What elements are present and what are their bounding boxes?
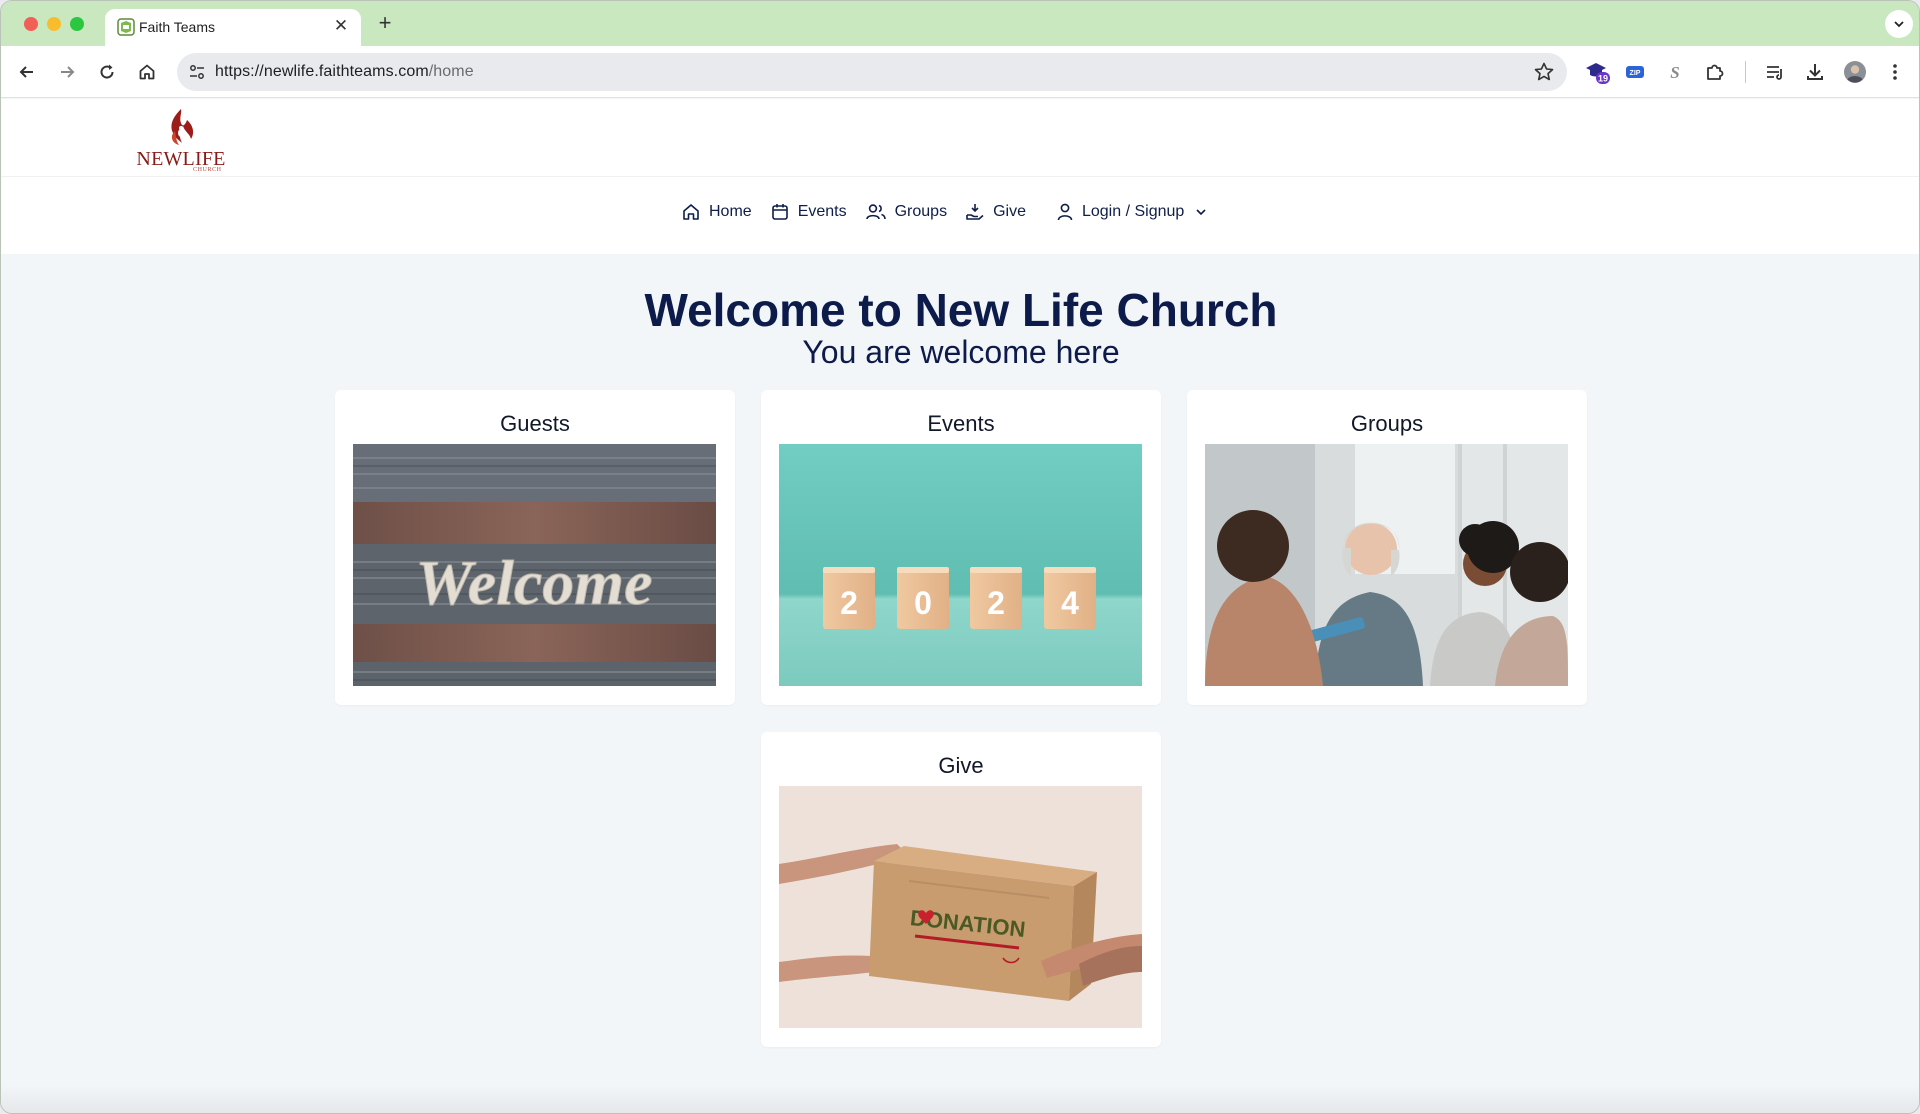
welcome-image-text: Welcome: [416, 547, 653, 618]
playlist-icon: [1767, 66, 1782, 80]
card-groups[interactable]: Groups: [1187, 390, 1587, 705]
calendar-icon: [771, 204, 788, 220]
chevron-down-icon: [1196, 209, 1206, 216]
s-letter-icon: S: [1670, 63, 1679, 82]
block-digit: 2: [987, 585, 1005, 621]
reload-icon: [100, 64, 114, 79]
home-button[interactable]: [133, 58, 161, 86]
address-bar[interactable]: https://newlife.faithteams.com/home: [177, 53, 1567, 91]
site-info-icon[interactable]: [187, 62, 207, 82]
card-title: Guests: [500, 411, 570, 436]
faithteams-favicon-icon: [117, 18, 135, 36]
tab-title: Faith Teams: [139, 19, 215, 35]
block-digit: 2: [840, 585, 858, 621]
url-path: /home: [428, 63, 474, 80]
browser-window: Faith Teams ✕ + https://newlife.faithtea…: [0, 0, 1920, 1114]
giving-hand-icon: [966, 204, 984, 220]
back-button[interactable]: [13, 58, 41, 86]
extensions-button[interactable]: [1701, 58, 1729, 86]
nav-items: Home Events Groups Give Login / Signup: [681, 202, 1234, 222]
block-digit: 4: [1061, 585, 1079, 621]
downloads-button[interactable]: [1801, 58, 1829, 86]
profile-button[interactable]: [1841, 58, 1869, 86]
give-donation-image[interactable]: DONATION: [779, 786, 1142, 1028]
arrow-left-icon: [19, 66, 33, 78]
login-signup-menu[interactable]: Login / Signup: [1056, 202, 1216, 222]
kebab-menu-icon: [1893, 64, 1897, 80]
minimize-window-button[interactable]: [47, 17, 61, 31]
groups-meeting-image[interactable]: [1205, 444, 1568, 686]
card-guests[interactable]: Guests Welcome: [335, 390, 735, 705]
maximize-window-button[interactable]: [70, 17, 84, 31]
page-title: Welcome to New Life Church: [644, 284, 1278, 336]
flame-logo-icon: [171, 109, 194, 145]
close-window-button[interactable]: [24, 17, 38, 31]
browser-toolbar: https://newlife.faithteams.com/home 19 Z…: [1, 46, 1919, 98]
browser-tab[interactable]: Faith Teams ✕: [105, 9, 361, 46]
chevron-down-icon: [1894, 21, 1904, 28]
extension-s-button[interactable]: S: [1661, 58, 1689, 86]
users-icon: [865, 204, 886, 220]
toolbar-divider: [1745, 61, 1746, 83]
url-text: https://newlife.faithteams.com/home: [215, 63, 474, 81]
card-title: Give: [938, 753, 984, 778]
graduation-cap-icon: 19: [1586, 63, 1610, 84]
s-label: S: [1670, 63, 1679, 82]
logo-subtext: CHURCH: [193, 167, 222, 173]
close-tab-icon[interactable]: ✕: [331, 16, 351, 36]
nav-groups[interactable]: Groups: [865, 202, 947, 222]
site-navigation: Home Events Groups Give Login / Signup: [1, 177, 1919, 254]
card-events[interactable]: Events 2 0 2 4: [761, 390, 1161, 705]
puzzle-icon: [1707, 64, 1724, 80]
nav-give[interactable]: Give: [965, 202, 1026, 222]
block-digit: 0: [914, 585, 932, 621]
download-icon: [1807, 64, 1823, 80]
extension-badge: 19: [1598, 74, 1608, 84]
user-icon: [1057, 203, 1073, 221]
home-icon: [683, 204, 699, 220]
nav-home[interactable]: Home: [681, 202, 752, 222]
nav-groups-label: Groups: [894, 203, 948, 220]
tab-search-button[interactable]: [1885, 10, 1913, 38]
events-2024-image[interactable]: 2 0 2 4: [779, 444, 1142, 686]
reload-button[interactable]: [93, 58, 121, 86]
browser-menu-button[interactable]: [1881, 58, 1909, 86]
login-signup-label: Login / Signup: [1081, 203, 1185, 220]
extension-graduation-button[interactable]: 19: [1583, 58, 1611, 86]
zip-label: ZIP: [1630, 70, 1641, 77]
forward-button[interactable]: [53, 58, 81, 86]
arrow-right-icon: [61, 66, 75, 78]
tab-strip: Faith Teams ✕ +: [1, 1, 1919, 46]
bookmark-star-icon[interactable]: [1533, 61, 1555, 83]
extension-zip-button[interactable]: ZIP: [1621, 58, 1649, 86]
card-give[interactable]: Give DONATION: [761, 732, 1161, 1047]
church-logo[interactable]: NEWLIFE CHURCH: [135, 105, 227, 173]
site-header: NEWLIFE CHURCH: [1, 99, 1919, 177]
avatar: [1844, 61, 1866, 83]
new-tab-button[interactable]: +: [373, 10, 397, 36]
guests-welcome-image[interactable]: Welcome: [353, 444, 716, 686]
page-bottom-shade: [1, 1085, 1919, 1113]
card-title: Groups: [1350, 411, 1424, 436]
home-icon: [139, 64, 155, 80]
nav-events[interactable]: Events: [770, 202, 847, 222]
card-title: Events: [927, 411, 995, 436]
zip-icon: ZIP: [1626, 66, 1644, 78]
nav-give-label: Give: [993, 203, 1026, 220]
url-host: https://newlife.faithteams.com: [215, 63, 429, 80]
page-subtitle: You are welcome here: [802, 334, 1120, 370]
nav-home-label: Home: [709, 203, 752, 220]
nav-events-label: Events: [797, 203, 847, 220]
reading-list-button[interactable]: [1761, 58, 1789, 86]
